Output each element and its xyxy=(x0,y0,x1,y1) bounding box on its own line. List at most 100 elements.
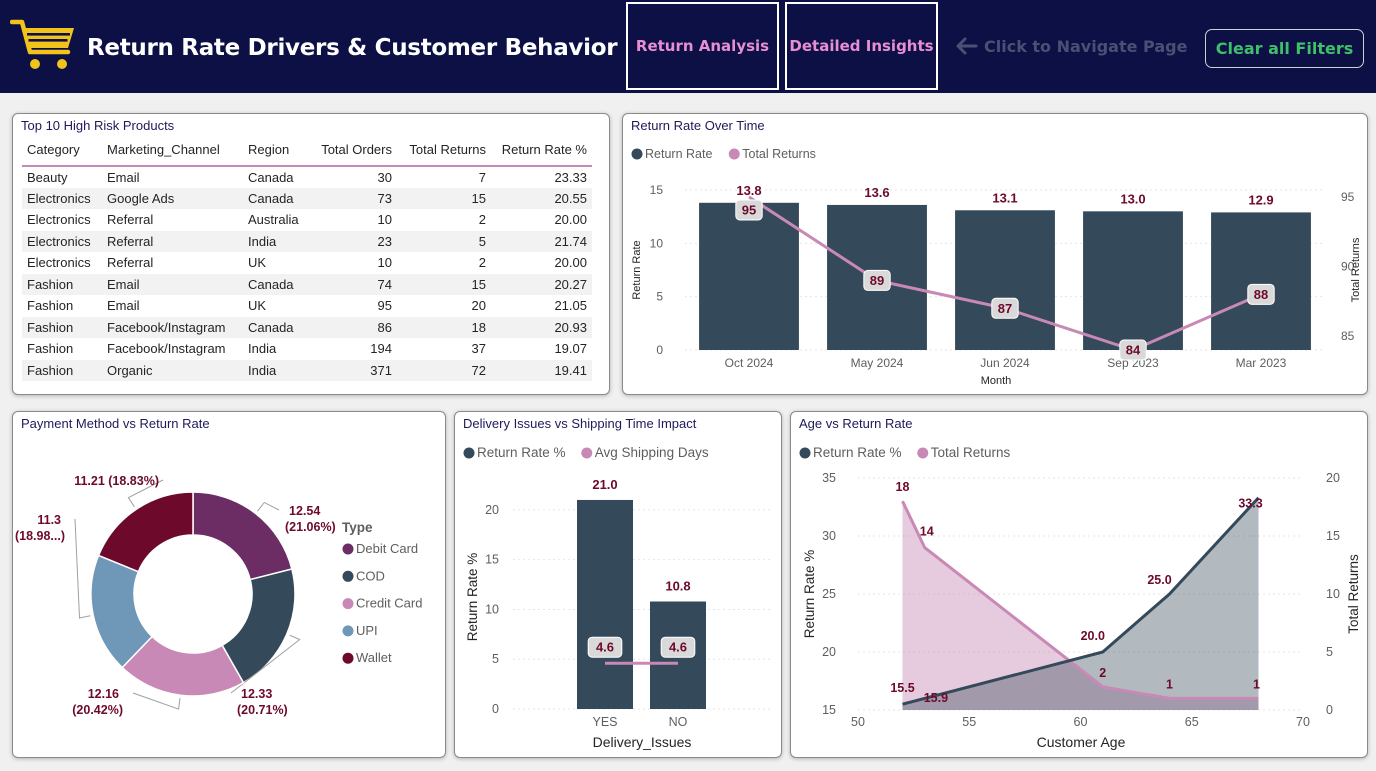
table-cell: Fashion xyxy=(27,341,74,357)
legend-marker xyxy=(342,543,354,555)
line-data-label: 4.6 xyxy=(669,640,687,655)
area-data-label: 18 xyxy=(896,480,910,494)
legend-marker xyxy=(581,447,593,459)
bar xyxy=(1211,212,1311,350)
x-axis-title: Customer Age xyxy=(1037,734,1126,750)
legend-marker xyxy=(631,148,643,160)
table-cell: 20 xyxy=(471,298,486,314)
table-row[interactable]: Fashion Email UK 95 20 21.05 xyxy=(22,295,592,317)
table-cell: 7 xyxy=(478,169,486,185)
x-tick-label: Oct 2024 xyxy=(725,356,774,370)
table-title: Top 10 High Risk Products xyxy=(21,118,175,133)
y-tick-label: 15 xyxy=(485,553,499,567)
table-cell: 20.00 xyxy=(554,255,587,271)
table-cell: 15 xyxy=(397,273,491,295)
legend-title: Type xyxy=(342,520,373,535)
clear-filters-button[interactable]: Clear all Filters xyxy=(1205,29,1364,68)
high-risk-products-table: Category Marketing_Channel Region Total … xyxy=(22,138,592,381)
table-row[interactable]: Electronics Referral Australia 10 2 20.00 xyxy=(22,209,592,231)
y-tick-label: 20 xyxy=(485,503,499,517)
x-tick-label: 70 xyxy=(1296,715,1310,729)
table-cell: Canada xyxy=(243,187,309,209)
table-cell: Electronics xyxy=(22,230,102,252)
y-axis-title: Return Rate % xyxy=(802,550,817,639)
table-row[interactable]: Fashion Facebook/Instagram India 194 37 19.07 xyxy=(22,338,592,360)
x-tick-label: 55 xyxy=(962,715,976,729)
table-row[interactable]: Electronics Referral India 23 5 21.74 xyxy=(22,230,592,252)
table-cell: Email xyxy=(107,169,140,185)
table-row[interactable]: Fashion Email Canada 74 15 20.27 xyxy=(22,273,592,295)
table-cell: Google Ads xyxy=(102,187,243,209)
line-data-label: 95 xyxy=(742,202,756,217)
legend-marker xyxy=(342,652,354,664)
table-row[interactable]: Beauty Email Canada 30 7 23.33 xyxy=(22,166,592,188)
line-data-label: 88 xyxy=(1254,287,1268,302)
area-data-label: 14 xyxy=(920,525,934,539)
table-cell: Canada xyxy=(243,273,309,295)
table-row[interactable]: Fashion Facebook/Instagram Canada 86 18 20.93 xyxy=(22,316,592,338)
bar-data-label: 13.6 xyxy=(864,185,889,200)
table-cell: 10 xyxy=(377,255,392,271)
table-row[interactable]: Electronics Google Ads Canada 73 15 20.55 xyxy=(22,187,592,209)
legend-item: Credit Card xyxy=(356,596,422,611)
table-cell: 194 xyxy=(370,341,392,357)
table-cell: UK xyxy=(248,298,267,314)
table-cell: Fashion xyxy=(22,316,102,338)
leader-line xyxy=(132,692,181,710)
line-data-label: 84 xyxy=(1126,343,1141,358)
table-cell: 5 xyxy=(397,230,491,252)
legend-marker xyxy=(342,625,354,637)
line-data-label: 4.6 xyxy=(596,640,614,655)
table-cell: Electronics xyxy=(27,212,91,228)
x-tick-label: Jun 2024 xyxy=(980,356,1030,370)
table-cell: UK xyxy=(248,255,267,271)
column-header[interactable]: Region xyxy=(243,138,309,167)
bar-data-label: 10.8 xyxy=(665,578,690,593)
column-header[interactable]: Return Rate % xyxy=(491,138,592,167)
table-cell: Email xyxy=(102,273,243,295)
line-data-label: 89 xyxy=(870,273,884,288)
age-vs-return-rate-chart: Return Rate % Total Returns 15 20 25 30 35 0 5 10… xyxy=(799,445,1361,750)
table-cell: Electronics xyxy=(27,255,91,271)
table-row[interactable]: Electronics Referral UK 10 2 20.00 xyxy=(22,252,592,274)
y-tick-label: 30 xyxy=(822,529,836,543)
y2-tick-label: 95 xyxy=(1341,190,1355,204)
column-header[interactable]: Total Returns xyxy=(397,138,491,167)
donut-slice xyxy=(97,491,194,573)
area-data-label: 25.0 xyxy=(1147,573,1171,587)
y-axis-title: Return Rate xyxy=(631,240,643,299)
table-cell: Beauty xyxy=(27,169,68,185)
column-header[interactable]: Marketing_Channel xyxy=(102,138,243,167)
table-cell: 371 xyxy=(309,359,397,381)
header-bar: Return Rate Drivers & Customer Behavior … xyxy=(0,0,1376,93)
table-cell: India xyxy=(243,359,309,381)
nav-return-analysis-button[interactable]: Return Analysis xyxy=(626,2,779,90)
x-axis-title: Month xyxy=(981,375,1012,387)
y-tick-label: 10 xyxy=(485,602,499,616)
table-cell: Referral xyxy=(102,230,243,252)
return-rate-over-time-card: Return Rate Over Time Return Rate Total R… xyxy=(622,113,1368,395)
column-header[interactable]: Category xyxy=(22,138,102,167)
legend-item: Return Rate % xyxy=(813,445,902,460)
legend-marker xyxy=(342,598,354,610)
table-cell: 37 xyxy=(471,341,486,357)
bar-data-label: 13.0 xyxy=(1120,191,1145,206)
table-cell: Facebook/Instagram xyxy=(107,341,226,357)
line-data-label: 87 xyxy=(998,301,1012,316)
table-cell: 21.74 xyxy=(491,230,592,252)
table-cell: Electronics xyxy=(22,187,102,209)
y2-axis-title: Total Returns xyxy=(1346,554,1361,634)
column-header[interactable]: Total Orders xyxy=(309,138,397,167)
nav-detailed-insights-button[interactable]: Detailed Insights xyxy=(785,2,938,90)
page-title: Return Rate Drivers & Customer Behavior xyxy=(87,35,618,61)
legend-item: Return Rate % xyxy=(477,445,566,460)
table-cell: Referral xyxy=(107,255,154,271)
y-tick-label: 5 xyxy=(492,652,499,666)
x-tick-label: NO xyxy=(669,715,688,729)
area-data-label: 15.5 xyxy=(890,681,914,695)
slice-pct-label: (21.06%) xyxy=(285,520,336,534)
legend-item: Total Returns xyxy=(931,445,1011,460)
nav-hint: Click to Navigate Page xyxy=(954,36,1187,56)
y2-tick-label: 20 xyxy=(1326,471,1340,485)
table-row[interactable]: Fashion Organic India 371 72 19.41 xyxy=(22,359,592,381)
